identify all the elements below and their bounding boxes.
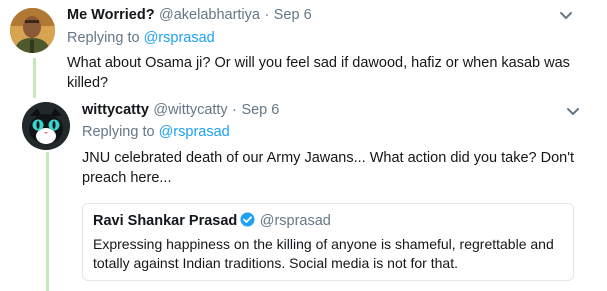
verified-badge-icon [240,212,255,227]
tweet-text-line: preach here... [82,170,172,186]
display-name: Ravi Shankar Prasad [93,213,238,229]
tweet-header: Me Worried? @akelabhartiya · Sep 6 [67,6,312,24]
avatar[interactable] [22,102,70,150]
cat-avatar-image [22,102,70,150]
replying-to-label: Replying to [67,30,144,46]
tweet-header: wittycatty @wittycatty · Sep 6 [82,101,279,119]
replying-to-label: Replying to [82,124,159,140]
display-name[interactable]: wittycatty [82,102,149,118]
avatar[interactable] [10,8,55,53]
tweet-text: What about Osama ji? Or will you feel sa… [67,53,587,93]
separator-dot: · [264,7,270,23]
tweet-text-line: Expressing happiness on the killing of a… [93,236,554,252]
chevron-down-icon[interactable] [559,11,573,21]
handle[interactable]: @wittycatty [153,102,227,118]
tweet-text-line: killed? [67,75,109,91]
timestamp[interactable]: Sep 6 [241,102,279,118]
quoted-tweet-header: Ravi Shankar Prasad @rsprasad [93,212,331,230]
handle: @rsprasad [259,213,331,229]
tweet-text-line: totally against Indian traditions. Socia… [93,255,458,271]
handle[interactable]: @akelabhartiya [159,7,260,23]
quoted-tweet[interactable]: Ravi Shankar Prasad @rsprasad Expressing… [82,203,574,281]
thread-line-lower [46,152,49,291]
replying-to: Replying to @rsprasad [67,30,215,46]
tweet-text: JNU celebrated death of our Army Jawans.… [82,148,592,188]
replying-to-link[interactable]: @rsprasad [144,30,215,46]
thread-line-upper [33,58,36,98]
display-name[interactable]: Me Worried? [67,7,155,23]
tweet-text-line: JNU celebrated death of our Army Jawans.… [82,150,574,166]
tweet-text-line: What about Osama ji? Or will you feel sa… [67,55,570,71]
chevron-down-icon[interactable] [566,107,580,117]
timestamp[interactable]: Sep 6 [274,7,312,23]
quoted-tweet-text: Expressing happiness on the killing of a… [93,235,569,273]
replying-to: Replying to @rsprasad [82,124,230,140]
separator-dot: · [232,102,237,118]
replying-to-link[interactable]: @rsprasad [159,124,230,140]
